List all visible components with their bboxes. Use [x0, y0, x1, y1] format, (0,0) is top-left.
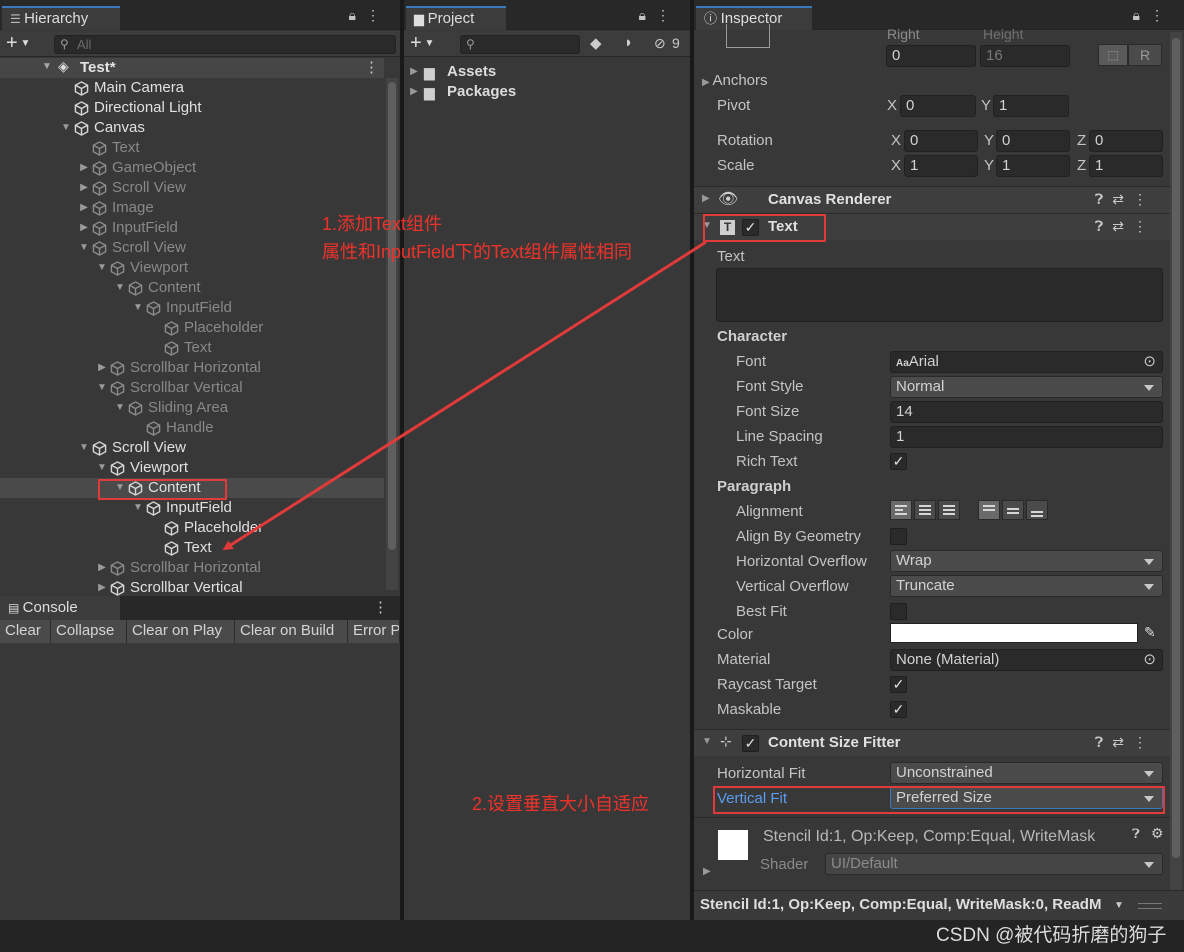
annotation-arrow-line [222, 240, 707, 551]
annotation-arrow [222, 240, 707, 551]
